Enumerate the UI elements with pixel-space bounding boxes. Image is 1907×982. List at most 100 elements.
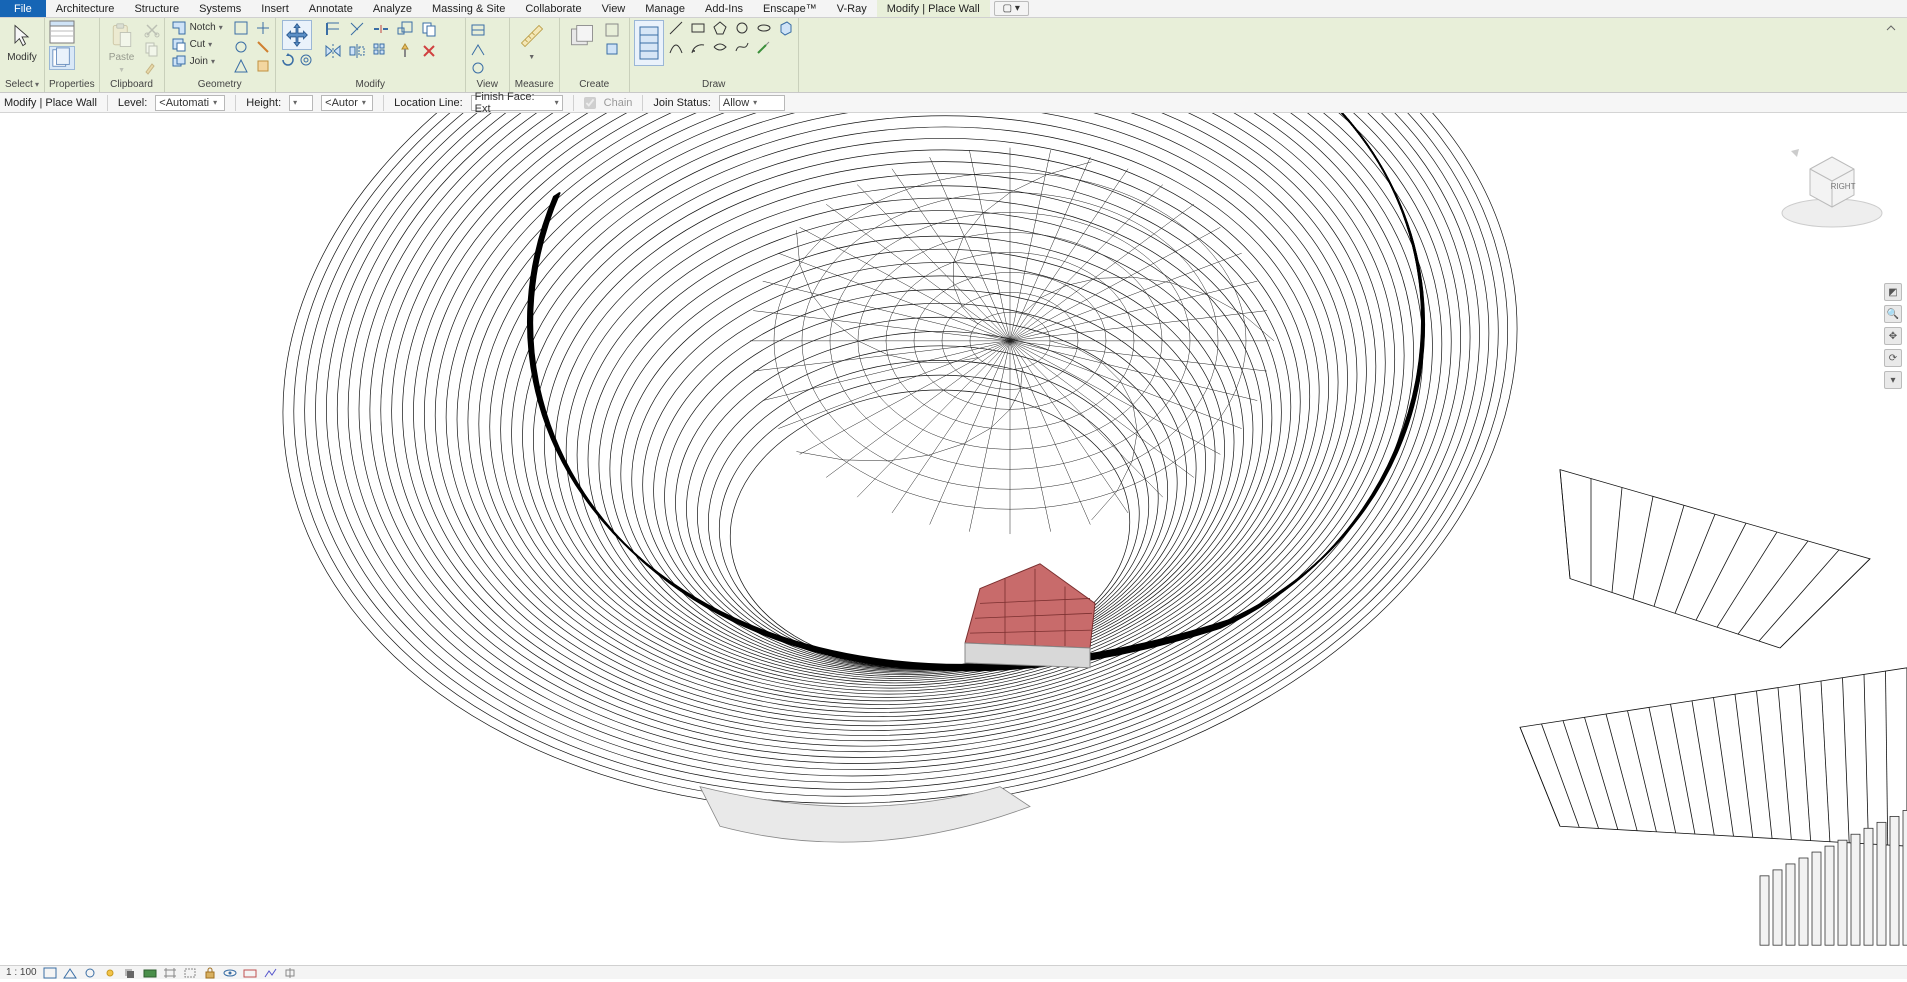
tab-enscape[interactable]: Enscape™ [753,0,827,17]
ribbon-overflow[interactable]: ▢ ▾ [994,1,1029,16]
vc-analytical-icon[interactable] [263,967,277,979]
copy-icon[interactable] [144,41,160,57]
panel-draw: Draw [630,18,799,92]
tab-structure[interactable]: Structure [124,0,189,17]
geom-tool-6-icon[interactable] [255,58,271,74]
draw-arc-tan-icon[interactable] [712,39,728,55]
chain-checkbox[interactable] [584,97,596,109]
vc-detail-icon[interactable] [63,967,77,979]
trim-icon[interactable] [348,20,366,38]
draw-line-button[interactable] [634,20,664,66]
join-select[interactable]: Allow▾ [719,95,785,111]
join-label: Join [190,55,208,69]
mirror-pick-icon[interactable] [348,42,366,60]
vc-constraints-icon[interactable] [283,967,297,979]
panel-select-label[interactable]: Select [4,78,40,92]
tab-massing-site[interactable]: Massing & Site [422,0,515,17]
align-icon[interactable] [324,20,342,38]
cut-button[interactable]: Cut [169,37,225,53]
vc-crop-icon[interactable] [163,967,177,979]
panel-create: Create [560,18,630,92]
nav-orbit-icon[interactable]: ⟳ [1884,349,1902,367]
geom-tool-3-icon[interactable] [233,58,249,74]
create-sub2-icon[interactable] [604,41,620,57]
vc-temp-hide-icon[interactable] [223,967,237,979]
tab-modify-place-wall[interactable]: Modify | Place Wall [877,0,990,17]
tab-view[interactable]: View [592,0,636,17]
level-label: Level: [118,97,147,109]
locline-select[interactable]: Finish Face: Ext▾ [471,95,563,111]
draw-circle-icon[interactable] [734,20,750,36]
draw-rect-icon[interactable] [690,20,706,36]
height-select[interactable]: ▾ [289,95,313,111]
nav-pan-icon[interactable]: ✥ [1884,327,1902,345]
tab-annotate[interactable]: Annotate [299,0,363,17]
offset-icon[interactable] [298,52,314,68]
view-tool2-icon[interactable] [470,41,486,57]
matchtype-icon[interactable] [144,60,160,76]
view-tool3-icon[interactable] [470,60,486,76]
array-icon[interactable] [372,42,390,60]
move-icon[interactable] [282,20,312,50]
notch-button[interactable]: Notch [169,20,225,36]
notch-icon [171,20,187,36]
tab-manage[interactable]: Manage [635,0,695,17]
pin-icon[interactable] [396,42,414,60]
tab-addins[interactable]: Add-Ins [695,0,753,17]
tab-systems[interactable]: Systems [189,0,251,17]
draw-polygon-icon[interactable] [712,20,728,36]
geom-tool-4-icon[interactable] [255,20,271,36]
tab-file[interactable]: File [0,0,46,17]
tab-insert[interactable]: Insert [251,0,299,17]
nav-collapse-icon[interactable]: ▾ [1884,371,1902,389]
geom-tool-2-icon[interactable] [233,39,249,55]
height-value-select[interactable]: <Autor▾ [321,95,373,111]
vc-visual-style-icon[interactable] [83,967,97,979]
nav-zoom-icon[interactable]: 🔍 [1884,305,1902,323]
join-button[interactable]: Join [169,54,225,70]
draw-pickline-icon[interactable] [756,39,772,55]
rotate-icon[interactable] [280,52,296,68]
draw-spline-icon[interactable] [734,39,750,55]
height-value: <Autor [325,97,358,109]
measure-button[interactable]: ▼ [514,20,550,65]
draw-pickface-icon[interactable] [778,20,794,36]
view-scale[interactable]: 1 : 100 [6,967,37,978]
delete-icon[interactable] [420,42,438,60]
paste-button[interactable]: Paste ▼ [104,20,140,78]
draw-line-icon[interactable] [668,20,684,36]
create-button[interactable] [564,20,600,52]
mirror-axis-icon[interactable] [324,42,342,60]
tab-vray[interactable]: V-Ray [827,0,877,17]
draw-arc-center-icon[interactable] [690,39,706,55]
viewport-3d[interactable]: RIGHT ◩ 🔍 ✥ ⟳ ▾ [0,113,1907,965]
geom-tool-1-icon[interactable] [233,20,249,36]
nav-fullnav-icon[interactable]: ◩ [1884,283,1902,301]
cut-icon[interactable] [144,22,160,38]
type-properties-icon[interactable] [49,46,75,70]
tab-analyze[interactable]: Analyze [363,0,422,17]
ribbon-collapse-icon[interactable] [1883,20,1899,36]
vc-reveal-icon[interactable] [243,967,257,979]
geom-tool-5-icon[interactable] [255,39,271,55]
tab-collaborate[interactable]: Collaborate [515,0,591,17]
vc-model-graphics-icon[interactable] [43,967,57,979]
draw-arc3pt-icon[interactable] [668,39,684,55]
tab-architecture[interactable]: Architecture [46,0,125,17]
copy-tool-icon[interactable] [420,20,438,38]
element-properties-icon[interactable] [49,20,75,44]
panel-measure: ▼ Measure [510,18,560,92]
view-tool1-icon[interactable] [470,22,486,38]
modify-button[interactable]: Modify [4,20,40,65]
vc-render-icon[interactable] [143,967,157,979]
draw-ellipse-icon[interactable] [756,20,772,36]
vc-crop-visible-icon[interactable] [183,967,197,979]
view-cube[interactable]: RIGHT [1777,135,1887,245]
create-sub1-icon[interactable] [604,22,620,38]
scale-icon[interactable] [396,20,414,38]
vc-sunpath-icon[interactable] [103,967,117,979]
level-select[interactable]: <Automati▾ [155,95,225,111]
vc-shadows-icon[interactable] [123,967,137,979]
vc-lock3d-icon[interactable] [203,967,217,979]
split-icon[interactable] [372,20,390,38]
